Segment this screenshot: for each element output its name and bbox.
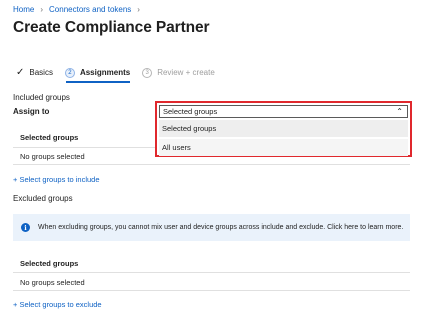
step-number-badge: 2 xyxy=(64,67,75,78)
dropdown-option-all-users[interactable]: All users xyxy=(159,139,408,156)
info-banner[interactable]: i When excluding groups, you cannot mix … xyxy=(13,214,410,241)
chevron-right-icon: › xyxy=(40,5,44,14)
step-review-create-label: Review + create xyxy=(157,68,215,77)
excluded-empty-text: No groups selected xyxy=(20,278,85,287)
step-review-create: 3 Review + create xyxy=(142,67,215,78)
dropdown-selected-value: Selected groups xyxy=(163,107,218,116)
info-banner-text: When excluding groups, you cannot mix us… xyxy=(38,224,404,231)
breadcrumb: Home › Connectors and tokens › xyxy=(13,5,146,14)
wizard-steps: ✓ Basics 2 Assignments 3 Review + create xyxy=(16,67,227,78)
breadcrumb-connectors-link[interactable]: Connectors and tokens xyxy=(49,5,131,14)
step-number-badge: 3 xyxy=(142,67,153,78)
step-assignments[interactable]: 2 Assignments xyxy=(64,67,131,78)
checkmark-icon: ✓ xyxy=(16,67,25,78)
divider xyxy=(13,147,155,148)
breadcrumb-home-link[interactable]: Home xyxy=(13,5,34,14)
chevron-up-icon: ⌃ xyxy=(396,107,403,116)
page-title: Create Compliance Partner xyxy=(13,19,210,36)
step-assignments-label: Assignments xyxy=(79,68,131,77)
divider xyxy=(13,272,410,273)
select-groups-to-include-link[interactable]: + Select groups to include xyxy=(13,175,100,184)
included-groups-heading: Included groups xyxy=(13,93,70,102)
divider xyxy=(13,164,410,165)
active-step-indicator xyxy=(66,81,130,83)
step-basics-label: Basics xyxy=(29,68,53,77)
chevron-right-icon: › xyxy=(137,5,140,14)
select-groups-to-exclude-link[interactable]: + Select groups to exclude xyxy=(13,300,102,309)
included-empty-text: No groups selected xyxy=(20,152,85,161)
dropdown-option-selected-groups[interactable]: Selected groups xyxy=(159,120,408,137)
assign-to-dropdown[interactable]: Selected groups ⌃ Selected groups All us… xyxy=(155,101,412,157)
excluded-table-header: Selected groups xyxy=(20,259,79,268)
included-table-header: Selected groups xyxy=(20,133,79,142)
excluded-groups-heading: Excluded groups xyxy=(13,194,73,203)
assign-to-label: Assign to xyxy=(13,107,50,116)
assign-to-select[interactable]: Selected groups ⌃ xyxy=(159,105,408,118)
divider xyxy=(13,290,410,291)
info-icon: i xyxy=(21,223,30,232)
step-basics[interactable]: ✓ Basics xyxy=(16,67,53,78)
